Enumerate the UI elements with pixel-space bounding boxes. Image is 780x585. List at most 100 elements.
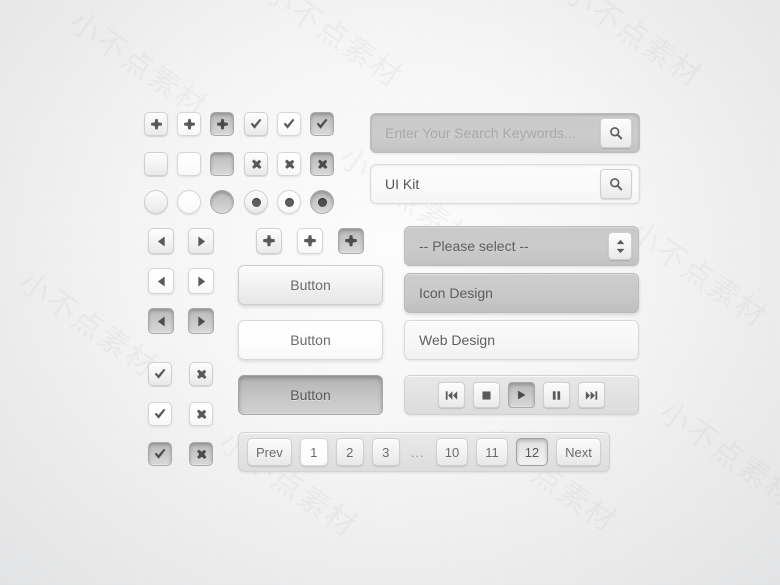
media-player-bar: [404, 375, 639, 415]
button-hover[interactable]: Button: [238, 320, 383, 360]
pagination-next-button[interactable]: Next: [556, 438, 601, 466]
radio-empty-normal[interactable]: [144, 190, 168, 214]
toggle-cross-normal[interactable]: [189, 362, 213, 386]
checkbox-cross-normal[interactable]: [244, 152, 268, 176]
pagination-page-label: 10: [444, 444, 460, 460]
pause-icon: [552, 390, 561, 400]
stop-icon: [482, 390, 491, 400]
pagination-page-label: 11: [485, 444, 499, 460]
pagination-page-2[interactable]: 2: [335, 438, 364, 466]
checkbox-empty-hover[interactable]: [177, 152, 201, 176]
checkbox-empty-pressed[interactable]: [210, 152, 234, 176]
check-icon: [154, 448, 166, 459]
cross-icon: [317, 159, 327, 169]
plus-button-hover[interactable]: [297, 228, 323, 254]
radio-empty-hover[interactable]: [177, 190, 201, 214]
pagination-page-11[interactable]: 11: [476, 438, 508, 466]
radio-selected-normal[interactable]: [244, 190, 268, 214]
check-icon: [283, 118, 295, 129]
nav-prev-hover[interactable]: [148, 268, 174, 294]
select-option-icon-design[interactable]: Icon Design: [404, 273, 639, 313]
plus-icon: [263, 235, 275, 247]
pagination: Prev 1 2 3 ... 10 11 12 Next: [238, 432, 610, 472]
radio-dot-icon: [284, 197, 294, 207]
cross-icon: [284, 159, 294, 169]
nav-prev-normal[interactable]: [148, 228, 174, 254]
pagination-page-3[interactable]: 3: [371, 438, 400, 466]
checkbox-checked-pressed[interactable]: [310, 112, 334, 136]
radio-selected-hover[interactable]: [277, 190, 301, 214]
checkbox-checked-normal[interactable]: [244, 112, 268, 136]
media-play-button[interactable]: [508, 382, 535, 408]
checkbox-cross-pressed[interactable]: [310, 152, 334, 176]
plus-button-normal[interactable]: [256, 228, 282, 254]
checkbox-plus-pressed[interactable]: [210, 112, 234, 136]
select-option-label: Icon Design: [419, 285, 493, 301]
search-input-filled[interactable]: [371, 165, 600, 203]
nav-next-normal[interactable]: [188, 228, 214, 254]
arrow-right-icon: [197, 236, 205, 246]
nav-next-pressed[interactable]: [188, 308, 214, 334]
pagination-ellipsis: ...: [408, 438, 428, 466]
toggle-check-pressed[interactable]: [148, 442, 172, 466]
search-bar-primary[interactable]: [370, 113, 640, 153]
checkbox-plus-normal[interactable]: [144, 112, 168, 136]
plus-icon: [216, 118, 228, 129]
nav-prev-pressed[interactable]: [148, 308, 174, 334]
pagination-page-label: 3: [382, 444, 390, 460]
select-group: -- Please select -- Icon Design Web Desi…: [404, 226, 639, 360]
search-button[interactable]: [600, 169, 632, 199]
button-normal[interactable]: Button: [238, 265, 383, 305]
select-option-web-design[interactable]: Web Design: [404, 320, 639, 360]
select-stepper[interactable]: [608, 232, 632, 260]
nav-next-hover[interactable]: [188, 268, 214, 294]
toggle-check-normal[interactable]: [148, 362, 172, 386]
search-button[interactable]: [600, 118, 632, 148]
check-icon: [154, 408, 166, 419]
search-bar-secondary[interactable]: [370, 164, 640, 204]
pagination-page-1[interactable]: 1: [299, 438, 328, 466]
toggle-check-hover[interactable]: [148, 402, 172, 426]
pagination-prev-button[interactable]: Prev: [247, 438, 292, 466]
checkbox-plus-hover[interactable]: [177, 112, 201, 136]
search-icon: [610, 127, 623, 140]
chevron-up-icon: [616, 239, 624, 244]
checkbox-empty-normal[interactable]: [144, 152, 168, 176]
plus-icon: [183, 118, 195, 129]
pagination-page-label: 12: [524, 444, 540, 460]
search-input[interactable]: [371, 114, 600, 152]
plus-button-pressed[interactable]: [338, 228, 364, 254]
toggle-cross-pressed[interactable]: [189, 442, 213, 466]
select-option-label: Web Design: [419, 332, 496, 348]
cross-icon: [196, 449, 206, 459]
button-label: Button: [290, 332, 331, 348]
cross-icon: [251, 159, 261, 169]
previous-track-icon: [445, 390, 458, 400]
play-icon: [518, 390, 526, 400]
pagination-ellipsis-label: ...: [410, 444, 425, 460]
button-label: Button: [290, 387, 331, 403]
media-stop-button[interactable]: [473, 382, 500, 408]
arrow-right-icon: [197, 316, 205, 326]
plus-icon: [304, 235, 316, 247]
media-previous-button[interactable]: [438, 382, 465, 408]
pagination-page-10[interactable]: 10: [435, 438, 469, 466]
pagination-page-12[interactable]: 12: [515, 438, 549, 466]
media-pause-button[interactable]: [543, 382, 570, 408]
toggle-cross-hover[interactable]: [189, 402, 213, 426]
radio-selected-pressed[interactable]: [310, 190, 334, 214]
media-next-button[interactable]: [578, 382, 605, 408]
radio-empty-pressed[interactable]: [210, 190, 234, 214]
select-value: -- Please select --: [419, 238, 529, 254]
checkbox-checked-hover[interactable]: [277, 112, 301, 136]
arrow-left-icon: [157, 316, 165, 326]
cross-icon: [196, 369, 206, 379]
pagination-page-label: 2: [346, 444, 354, 460]
checkbox-cross-hover[interactable]: [277, 152, 301, 176]
button-pressed[interactable]: Button: [238, 375, 383, 415]
pagination-page-label: 1: [310, 444, 318, 460]
check-icon: [316, 118, 328, 129]
check-icon: [250, 118, 262, 129]
radio-dot-icon: [251, 197, 261, 207]
select-trigger[interactable]: -- Please select --: [404, 226, 639, 266]
